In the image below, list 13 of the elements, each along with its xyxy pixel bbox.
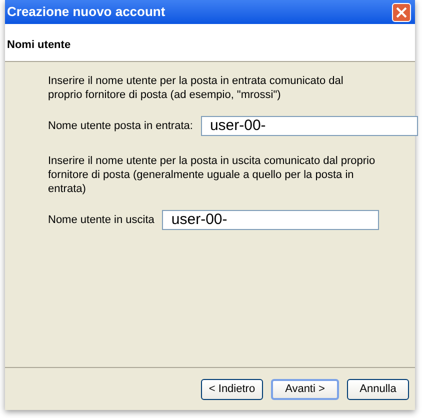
dialog-button[interactable]: Avanti > [271, 378, 339, 400]
instruction-text: Inserire il nome utente per la posta in entrata comunicato dal proprio fornitore di posta (ad esempio, "mrossi") [48, 74, 344, 102]
close-icon [396, 6, 407, 18]
dialog-button[interactable]: Annulla [347, 378, 409, 400]
field-label: Nome utente in uscita [48, 212, 154, 228]
page-heading: Nomi utente [7, 39, 71, 51]
input-field[interactable]: user-00- [162, 210, 380, 230]
close-button[interactable] [392, 2, 411, 22]
input-field[interactable]: user-00- [200, 116, 418, 136]
field-label: Nome utente posta in entrata: [48, 118, 193, 134]
dialog-button[interactable]: < Indietro [201, 378, 263, 400]
instruction-text: Inserire il nome utente per la posta in uscita comunicato dal proprio fornitore di posta (generalmente uguale a quello per la posta in entrata) [48, 154, 376, 196]
window-title: Creazione nuovo account [7, 3, 166, 22]
